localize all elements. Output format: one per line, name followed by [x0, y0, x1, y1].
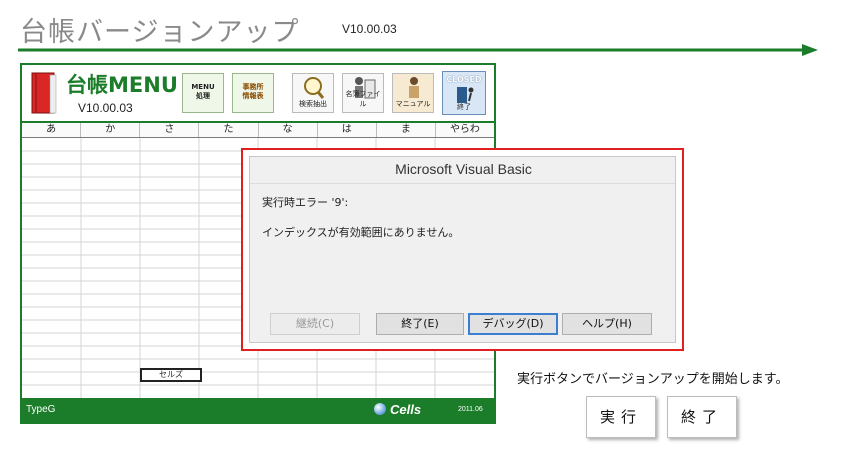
manual-person-icon [409, 77, 419, 98]
kana-index-tabs: あ か さ た な は ま やらわ [22, 123, 494, 138]
ledger-book-icon [31, 72, 57, 114]
dialog-window: Microsoft Visual Basic 実行時エラー '9': インデック… [249, 156, 676, 343]
dialog-body: 実行時エラー '9': インデックスが有効範囲にありません。 [250, 183, 675, 308]
magnifier-icon [304, 77, 325, 99]
cells-brand: Cells [390, 402, 422, 417]
exit-button[interactable]: 終了 [667, 396, 737, 438]
roster-file-label: 名簿ファイル [345, 90, 381, 108]
kana-tab-ta[interactable]: た [199, 123, 259, 137]
end-button[interactable]: 終了(E) [376, 313, 464, 335]
cells-logo-icon [374, 403, 386, 415]
selected-cell[interactable]: セルズ [140, 368, 202, 382]
kana-tab-na[interactable]: な [258, 123, 318, 137]
closed-exit-button[interactable]: CLOSED 終了 [442, 71, 486, 115]
kana-tab-ha[interactable]: は [317, 123, 377, 137]
ledger-toolbar: 台帳MENU V10.00.03 MENU 処理 事務所 情報表 検索抽出 名簿… [22, 65, 494, 123]
debug-button[interactable]: デバッグ(D) [468, 313, 558, 335]
roster-file-button[interactable]: 名簿ファイル [342, 73, 384, 113]
menu-title: 台帳MENU [66, 73, 178, 97]
kana-tab-sa[interactable]: さ [140, 123, 200, 137]
search-extract-label: 検索抽出 [299, 100, 327, 108]
kana-tab-ka[interactable]: か [81, 123, 141, 137]
ledger-status-bar: TypeG Cells 2011.06 [22, 398, 494, 422]
kana-tab-ma[interactable]: ま [376, 123, 436, 137]
dialog-title: Microsoft Visual Basic [395, 161, 532, 177]
office-info-button[interactable]: 事務所 情報表 [232, 73, 274, 113]
run-button[interactable]: 実行 [586, 396, 656, 438]
header-arrow-divider [18, 44, 818, 56]
closed-label: CLOSED [446, 75, 482, 84]
menu-process-label: MENU 処理 [191, 83, 215, 100]
error-code: 実行時エラー '9': [262, 196, 349, 209]
error-dialog: Microsoft Visual Basic 実行時エラー '9': インデック… [241, 148, 684, 351]
page-version: V10.00.03 [342, 22, 397, 36]
menu-version: V10.00.03 [78, 101, 133, 115]
office-info-label: 事務所 情報表 [242, 83, 264, 100]
manual-button[interactable]: マニュアル [392, 73, 434, 113]
kana-tab-a[interactable]: あ [22, 123, 82, 137]
type-label: TypeG [26, 404, 56, 415]
cells-date: 2011.06 [458, 406, 483, 413]
menu-process-button[interactable]: MENU 処理 [182, 73, 224, 113]
search-extract-button[interactable]: 検索抽出 [292, 73, 334, 113]
closed-sub-label: 終了 [457, 103, 471, 111]
help-button[interactable]: ヘルプ(H) [562, 313, 652, 335]
manual-label: マニュアル [395, 100, 431, 108]
kana-tab-yarawa[interactable]: やらわ [435, 123, 494, 137]
error-message: インデックスが有効範囲にありません。 [262, 226, 460, 239]
instruction-text: 実行ボタンでバージョンアップを開始します。 [517, 372, 789, 387]
continue-button[interactable]: 継続(C) [270, 313, 360, 335]
